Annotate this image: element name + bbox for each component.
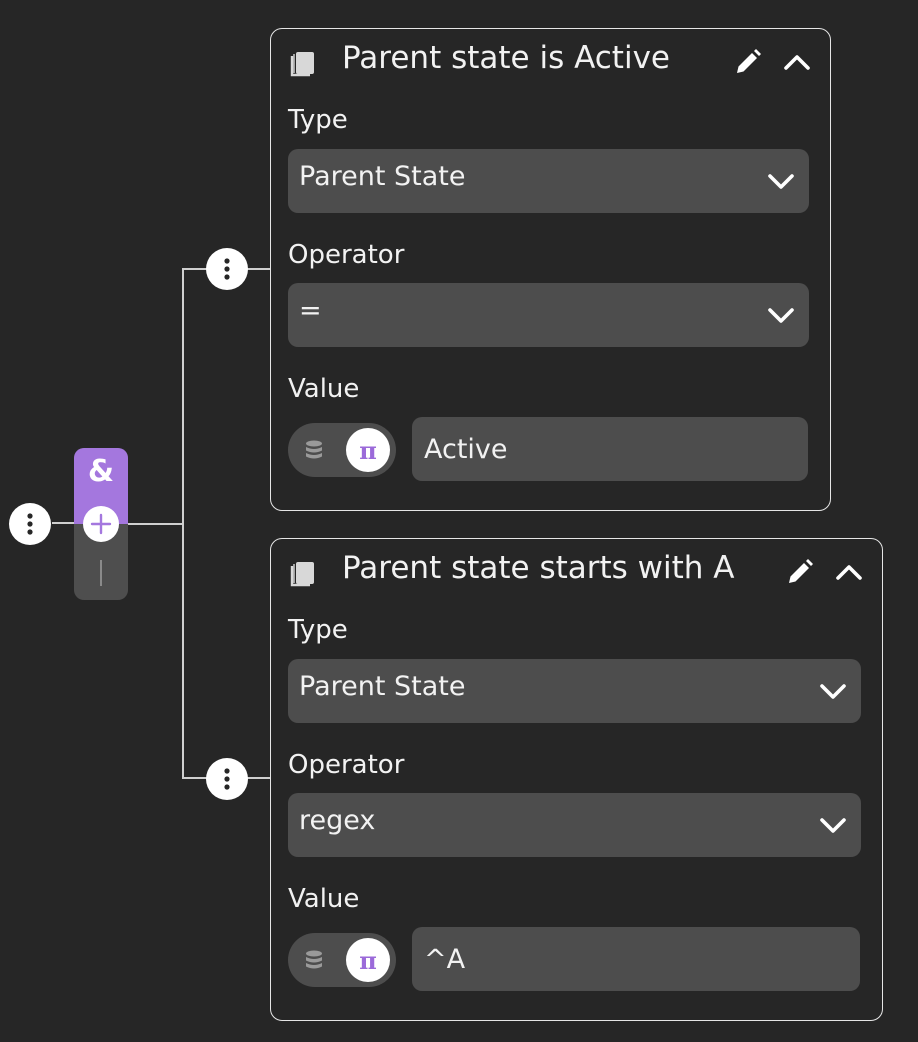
- database-icon: [306, 950, 322, 969]
- chevron-down-icon: [768, 174, 794, 189]
- kebab-icon: [224, 258, 230, 280]
- operator-label: Operator: [288, 240, 405, 270]
- book-icon: [290, 562, 314, 587]
- type-select[interactable]: Parent State: [288, 659, 861, 723]
- operator-select[interactable]: regex: [288, 793, 861, 857]
- pi-icon: π: [359, 435, 377, 465]
- condition-card: Parent state is Active Type Parent State…: [270, 28, 831, 511]
- book-icon: [290, 52, 314, 77]
- type-label: Type: [288, 105, 348, 135]
- value-source-toggle[interactable]: π: [288, 423, 396, 477]
- operator-select-value: =: [299, 295, 322, 326]
- condition-1-menu-button[interactable]: [206, 248, 248, 290]
- plus-icon: [90, 513, 112, 535]
- condition-card-header: Parent state starts with A: [271, 539, 882, 603]
- condition-card: Parent state starts with A Type Parent S…: [270, 538, 883, 1021]
- pencil-icon[interactable]: [785, 557, 815, 587]
- operator-select[interactable]: =: [288, 283, 809, 347]
- condition-title[interactable]: Parent state starts with A: [342, 550, 735, 586]
- kebab-icon: [224, 768, 230, 790]
- connector-root-to-group: [52, 522, 74, 524]
- group-operator-symbol: &: [87, 454, 115, 489]
- kebab-icon: [27, 513, 33, 535]
- condition-2-menu-button[interactable]: [206, 758, 248, 800]
- condition-card-header: Parent state is Active: [271, 29, 830, 93]
- value-label: Value: [288, 884, 360, 914]
- pi-icon: π: [359, 945, 377, 975]
- type-label: Type: [288, 615, 348, 645]
- chevron-down-icon: [768, 308, 794, 323]
- value-label: Value: [288, 374, 360, 404]
- connector-trunk: [182, 268, 184, 779]
- value-source-knob: π: [346, 428, 390, 472]
- group-drag-handle[interactable]: [100, 560, 102, 586]
- value-input[interactable]: ^A: [412, 927, 860, 991]
- operator-label: Operator: [288, 750, 405, 780]
- chevron-up-icon[interactable]: [782, 48, 812, 76]
- root-node-menu-button[interactable]: [9, 503, 51, 545]
- value-input[interactable]: Active: [412, 417, 808, 481]
- operator-select-value: regex: [299, 805, 376, 836]
- type-select-value: Parent State: [299, 161, 466, 192]
- type-select-value: Parent State: [299, 671, 466, 702]
- add-condition-button[interactable]: [83, 506, 119, 542]
- value-source-knob: π: [346, 938, 390, 982]
- pencil-icon[interactable]: [733, 47, 763, 77]
- value-source-toggle[interactable]: π: [288, 933, 396, 987]
- type-select[interactable]: Parent State: [288, 149, 809, 213]
- and-group-node[interactable]: &: [74, 448, 128, 600]
- connector-group-out: [128, 523, 184, 525]
- chevron-down-icon: [820, 818, 846, 833]
- database-icon: [306, 440, 322, 459]
- condition-title[interactable]: Parent state is Active: [342, 40, 670, 76]
- chevron-down-icon: [820, 684, 846, 699]
- chevron-up-icon[interactable]: [834, 558, 864, 586]
